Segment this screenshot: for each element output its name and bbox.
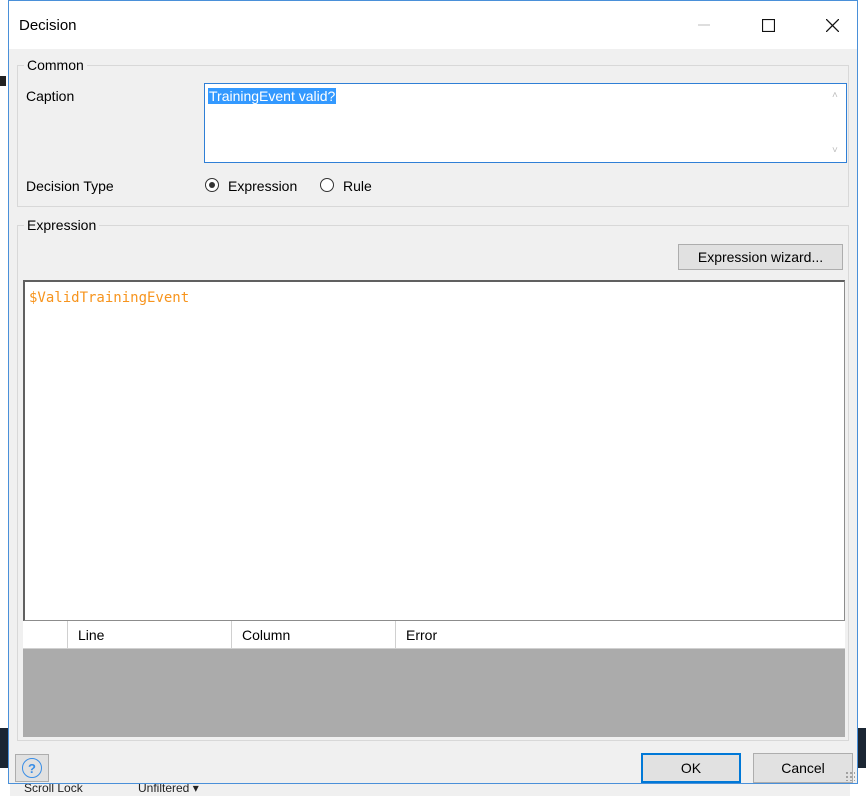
- common-legend: Common: [24, 57, 87, 73]
- maximize-button[interactable]: [745, 1, 791, 49]
- expression-radio-label[interactable]: Expression: [228, 178, 297, 194]
- expression-radio[interactable]: [205, 178, 219, 192]
- caption-input[interactable]: TrainingEvent valid? ˄ ˅: [204, 83, 847, 163]
- decision-dialog: Decision Common Caption TrainingEvent va…: [8, 0, 858, 784]
- expression-code[interactable]: $ValidTrainingEvent: [29, 290, 189, 306]
- title-bar[interactable]: Decision: [9, 1, 857, 49]
- dialog-title: Decision: [19, 17, 77, 34]
- column-header-error[interactable]: Error: [396, 621, 845, 649]
- decision-type-label: Decision Type: [26, 178, 114, 194]
- ok-button[interactable]: OK: [641, 753, 741, 783]
- close-icon: [825, 18, 839, 32]
- caption-value[interactable]: TrainingEvent valid?: [208, 88, 337, 104]
- expression-legend: Expression: [24, 217, 100, 233]
- minimize-icon: [698, 24, 710, 26]
- error-list-header: Line Column Error: [23, 621, 845, 649]
- rule-radio[interactable]: [320, 178, 334, 192]
- expression-editor[interactable]: $ValidTrainingEvent: [23, 280, 845, 621]
- maximize-icon: [761, 18, 775, 32]
- help-icon: ?: [22, 758, 42, 778]
- caption-label: Caption: [26, 88, 75, 104]
- cancel-button[interactable]: Cancel: [753, 753, 853, 783]
- resize-grip-icon[interactable]: [845, 771, 855, 781]
- column-header-column[interactable]: Column: [232, 621, 396, 649]
- column-header-line[interactable]: Line: [68, 621, 232, 649]
- help-button[interactable]: ?: [15, 754, 49, 782]
- rule-radio-label[interactable]: Rule: [343, 178, 372, 194]
- close-button[interactable]: [809, 1, 855, 49]
- error-list[interactable]: Line Column Error: [23, 621, 845, 737]
- caption-scrollbar[interactable]: ˄ ˅: [828, 84, 846, 162]
- background-marker: [0, 76, 6, 86]
- minimize-button[interactable]: [681, 1, 727, 49]
- column-header-blank[interactable]: [23, 621, 68, 649]
- scroll-down-icon[interactable]: ˅: [832, 145, 838, 156]
- expression-wizard-button[interactable]: Expression wizard...: [678, 244, 843, 270]
- status-scroll-lock: Scroll Lock: [24, 784, 83, 795]
- background-status-bar: Scroll Lock Unfiltered ▾: [10, 784, 850, 796]
- scroll-up-icon[interactable]: ˄: [832, 90, 838, 101]
- status-filter: Unfiltered ▾: [138, 784, 199, 795]
